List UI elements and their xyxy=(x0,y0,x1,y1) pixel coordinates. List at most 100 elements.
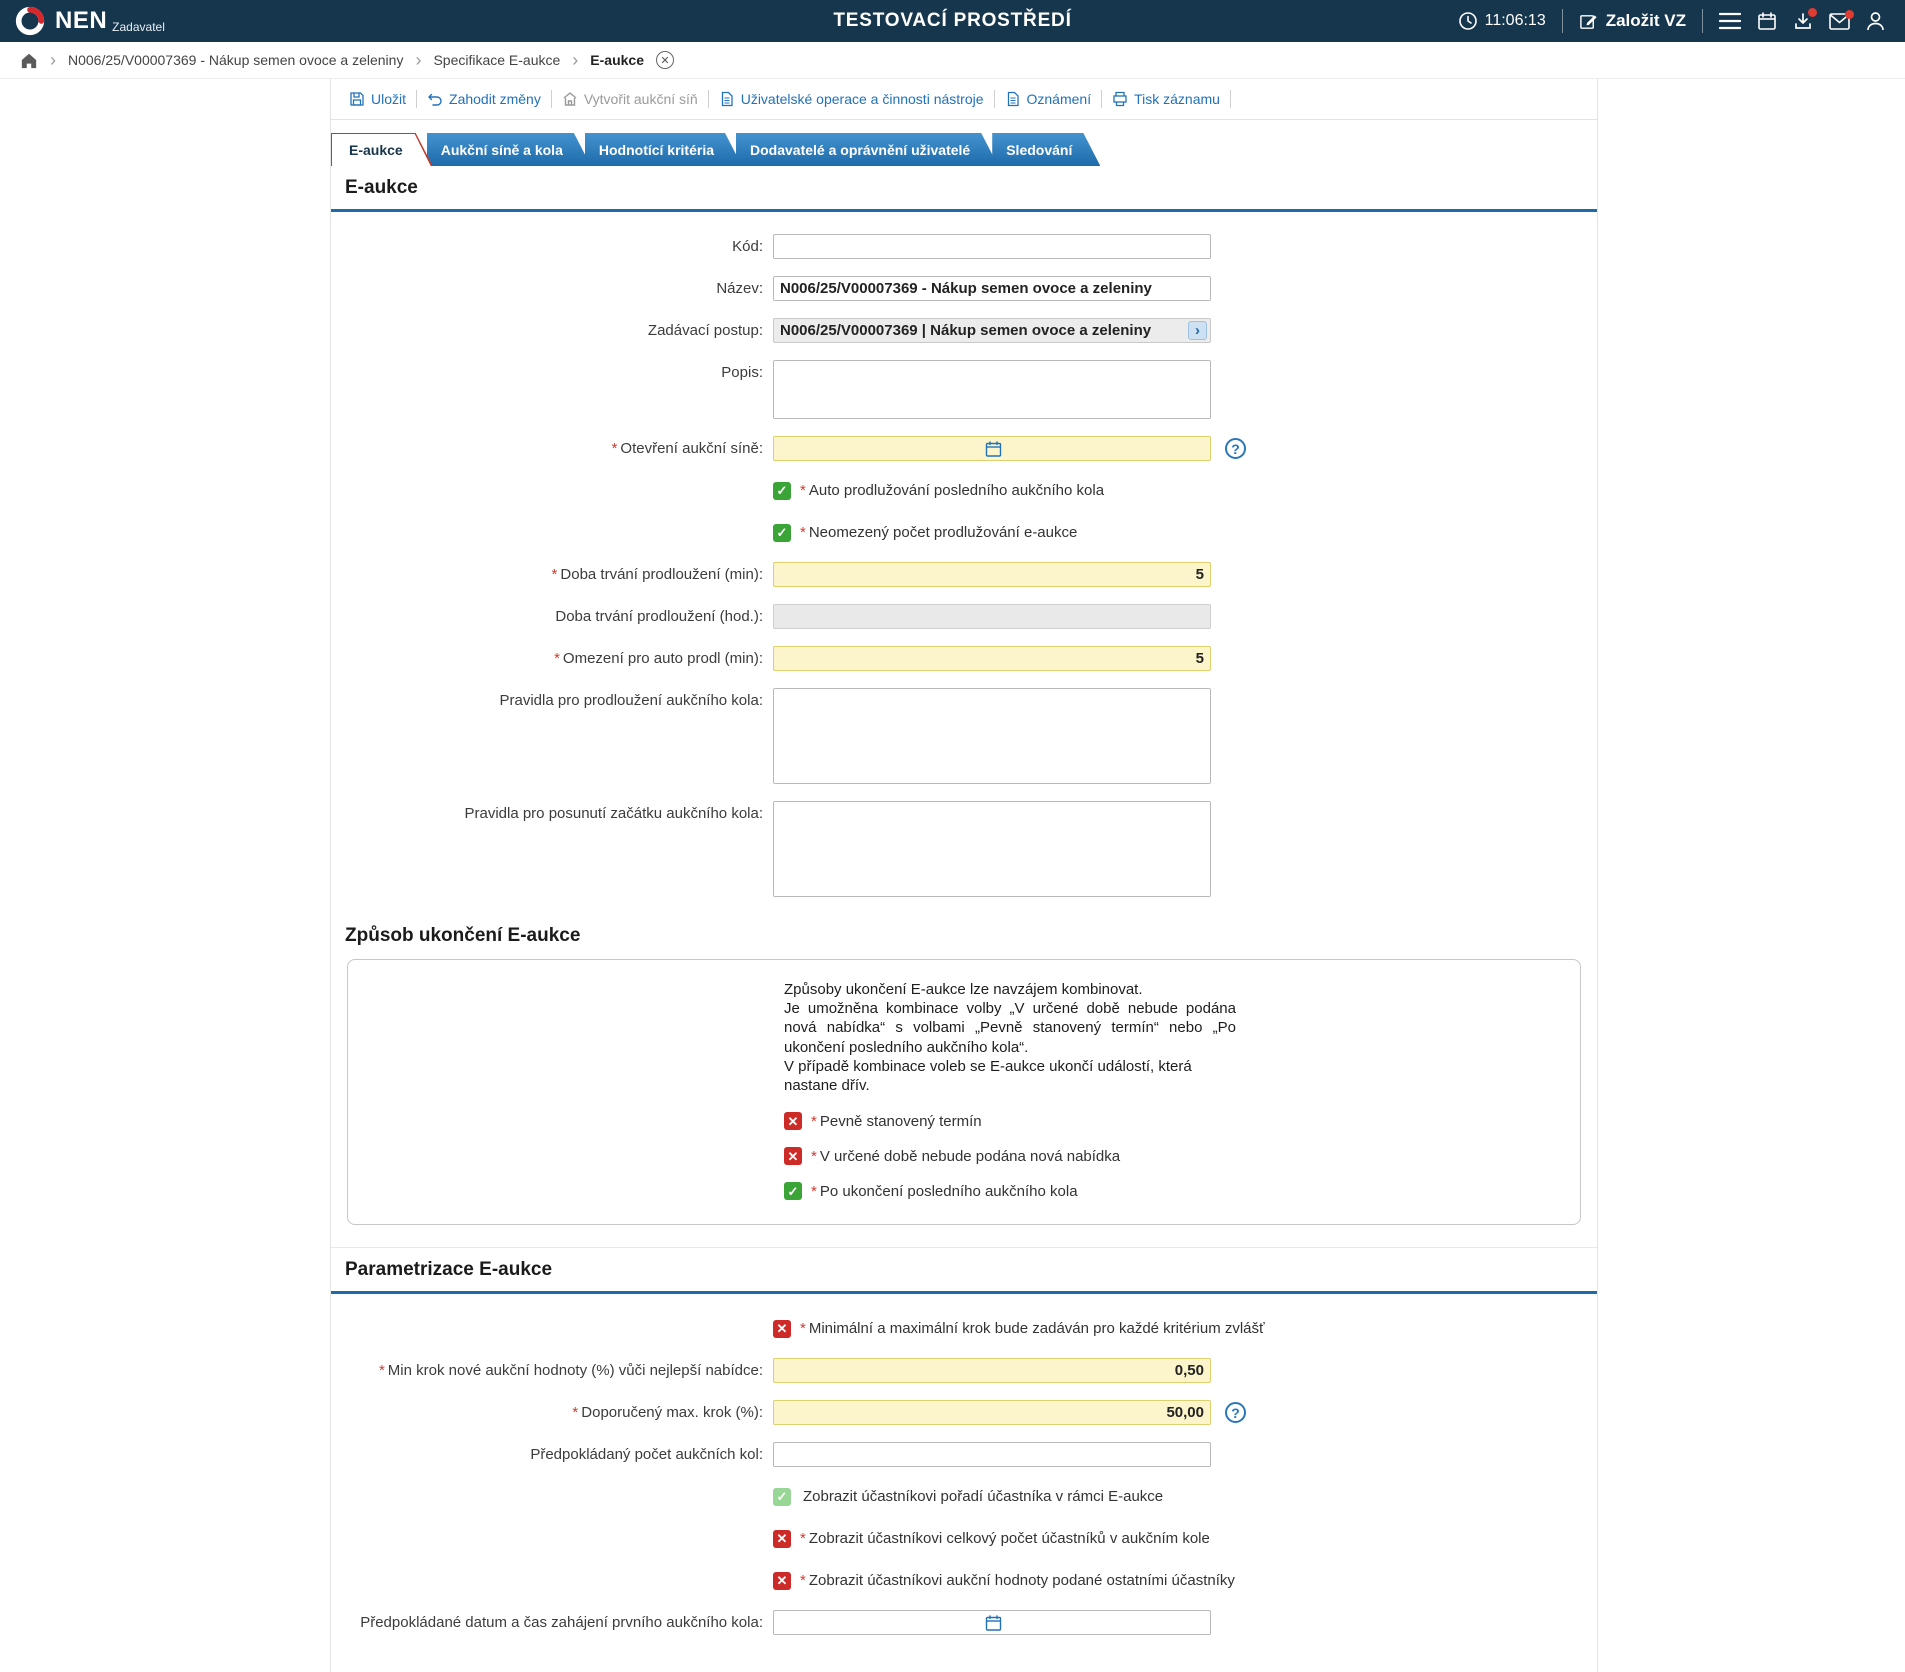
discard-changes-button[interactable]: Zahodit změny xyxy=(417,91,551,107)
checkbox-label: * Pevně stanovený termín xyxy=(811,1113,982,1130)
field-label: Pravidla pro posunutí začátku aukčního k… xyxy=(464,805,763,822)
checkbox-label: * V určené době nebude podána nová nabídk… xyxy=(811,1148,1120,1165)
checkbox-label-text: Pevně stanovený termín xyxy=(819,1112,982,1130)
tab-label: E-aukce xyxy=(349,141,403,158)
checkbox-label-text: Zobrazit účastníkovi pořadí účastníka v … xyxy=(803,1488,1164,1506)
notices-label: Oznámení xyxy=(1026,91,1092,107)
tab-dodavatele-a-opravneni-uzivatele[interactable]: Dodavatelé a oprávnění uživatelé xyxy=(736,133,998,166)
field-label: Omezení pro auto prodl (min): xyxy=(562,650,763,667)
checkbox-label: * Minimální a maximální krok bude zadáván… xyxy=(800,1320,1265,1337)
field-row-pravidla-prodlouzeni: Pravidla pro prodloužení aukčního kola: xyxy=(331,688,1597,784)
field-row-kod: Kód: xyxy=(331,234,1597,259)
record-tabs: E-aukce Aukční síně a kola Hodnotící kri… xyxy=(331,133,1597,166)
header-separator xyxy=(1561,9,1563,33)
doba-trvani-hod-input xyxy=(773,604,1211,629)
field-row-doba-trvani-hod: Doba trvání prodloužení (hod.): xyxy=(331,604,1597,629)
tab-label: Sledování xyxy=(1006,141,1073,158)
pocet-kol-input[interactable] xyxy=(773,1442,1211,1468)
neomezeny-pocet-checkbox[interactable] xyxy=(773,523,791,542)
field-label: Kód: xyxy=(732,238,763,255)
doba-trvani-min-input[interactable] xyxy=(773,562,1211,587)
field-row-popis: Popis: xyxy=(331,360,1597,419)
home-icon[interactable] xyxy=(20,52,38,69)
mail-icon[interactable] xyxy=(1829,9,1854,30)
aukcni-hodnoty-checkbox[interactable] xyxy=(773,1571,791,1590)
close-tab-icon[interactable] xyxy=(656,51,674,69)
celkovy-pocet-checkbox[interactable] xyxy=(773,1529,791,1548)
required-mark: * xyxy=(800,1320,806,1338)
checkbox-label: * Zobrazit účastníkovi aukční hodnoty pod… xyxy=(800,1572,1235,1589)
required-mark: * xyxy=(551,566,558,583)
checkbox-row-auto-prodluzovani: *Auto prodlužování posledního aukčního k… xyxy=(331,478,1597,503)
pravidla-prodlouzeni-textarea[interactable] xyxy=(773,688,1211,784)
user-operations-button[interactable]: Uživatelské operace a činnosti nástroje xyxy=(709,91,994,107)
auto-prodluzovani-checkbox[interactable] xyxy=(773,481,791,500)
required-mark: * xyxy=(572,1404,579,1422)
kod-input[interactable] xyxy=(773,234,1211,259)
min-max-krok-checkbox[interactable] xyxy=(773,1319,791,1338)
tab-label: Hodnotící kritéria xyxy=(598,141,715,158)
field-label: Předpokládaný počet aukčních kol: xyxy=(530,1446,763,1464)
checkbox-label-text: Po ukončení posledního aukčního kola xyxy=(819,1182,1078,1200)
print-record-label: Tisk záznamu xyxy=(1134,91,1220,107)
tab-hodnotici-kriteria[interactable]: Hodnotící kritéria xyxy=(585,133,742,166)
required-mark: * xyxy=(811,1147,817,1165)
field-label: Doporučený max. krok (%): xyxy=(581,1404,763,1422)
nen-logo[interactable]: NEN Zadavatel xyxy=(14,5,165,37)
required-mark: * xyxy=(811,1182,817,1200)
menu-icon[interactable] xyxy=(1719,12,1741,30)
zadavaci-postup-field: N006/25/V00007369 | Nákup semen ovoce a … xyxy=(773,318,1211,343)
popis-textarea[interactable] xyxy=(773,360,1211,419)
toolbar-separator xyxy=(1229,90,1231,108)
pravidla-posunuti-textarea[interactable] xyxy=(773,801,1211,897)
help-icon[interactable] xyxy=(1225,438,1246,459)
checkbox-label-text: Minimální a maximální krok bude zadáván … xyxy=(808,1320,1265,1338)
field-row-zadavaci-postup: Zadávací postup: N006/25/V00007369 | Nák… xyxy=(331,318,1597,343)
required-mark: * xyxy=(800,482,806,499)
breadcrumb-item-procedure[interactable]: N006/25/V00007369 - Nákup semen ovoce a … xyxy=(68,52,403,68)
max-krok-input[interactable] xyxy=(773,1400,1211,1426)
field-label: Zadávací postup: xyxy=(647,322,763,339)
open-record-chevron-icon[interactable] xyxy=(1188,321,1207,340)
tab-sledovani[interactable]: Sledování xyxy=(992,133,1100,166)
edit-icon xyxy=(1579,12,1598,31)
parametrizace-form: *Minimální a maximální krok bude zadáván… xyxy=(331,1294,1597,1636)
calendar-picker-icon[interactable] xyxy=(985,440,1002,457)
pevny-termin-checkbox[interactable] xyxy=(784,1112,802,1131)
save-icon xyxy=(349,91,365,107)
info-line-1: Způsoby ukončení E-aukce lze navzájem ko… xyxy=(784,981,1143,998)
checkbox-label-text: Zobrazit účastníkovi aukční hodnoty poda… xyxy=(808,1572,1235,1590)
create-vz-button[interactable]: Založit VZ xyxy=(1579,11,1686,31)
undo-icon xyxy=(427,91,443,107)
notices-button[interactable]: Oznámení xyxy=(995,91,1102,107)
required-mark: * xyxy=(554,650,560,667)
calendar-icon[interactable] xyxy=(1757,11,1777,31)
tab-aukcni-sine-a-kola[interactable]: Aukční síně a kola xyxy=(427,133,591,166)
discard-changes-label: Zahodit změny xyxy=(449,91,541,107)
checkbox-label: Zobrazit účastníkovi pořadí účastníka v … xyxy=(800,1488,1163,1505)
top-header: NEN Zadavatel TESTOVACÍ PROSTŘEDÍ 11:06:… xyxy=(0,0,1905,42)
download-icon[interactable] xyxy=(1793,8,1817,31)
field-row-otevreni-aukcni-sine: * Otevření aukční síně: xyxy=(331,436,1597,461)
calendar-picker-icon[interactable] xyxy=(985,1614,1002,1631)
person-icon[interactable] xyxy=(1866,11,1885,31)
checkbox-label: * Auto prodlužování posledního aukčního k… xyxy=(800,482,1104,499)
po-ukonceni-checkbox[interactable] xyxy=(784,1182,802,1201)
required-mark: * xyxy=(800,1572,806,1590)
field-row-max-krok: * Doporučený max. krok (%): xyxy=(331,1400,1597,1426)
omezeni-auto-prodl-input[interactable] xyxy=(773,646,1211,671)
save-label: Uložit xyxy=(371,91,407,107)
min-krok-input[interactable] xyxy=(773,1358,1211,1384)
nazev-input[interactable] xyxy=(773,276,1211,301)
save-button[interactable]: Uložit xyxy=(339,91,416,107)
tab-e-aukce[interactable]: E-aukce xyxy=(331,133,433,166)
print-record-button[interactable]: Tisk záznamu xyxy=(1102,91,1230,107)
breadcrumb-item-specification[interactable]: Specifikace E-aukce xyxy=(433,52,560,68)
help-icon[interactable] xyxy=(1225,1402,1246,1424)
checkbox-label: * Zobrazit účastníkovi celkový počet účas… xyxy=(800,1530,1210,1547)
required-mark: * xyxy=(611,440,618,457)
user-operations-label: Uživatelské operace a činnosti nástroje xyxy=(740,91,984,107)
checkbox-row-pevny-termin: *Pevně stanovený termín xyxy=(784,1112,1580,1131)
urcena-doba-checkbox[interactable] xyxy=(784,1147,802,1166)
checkbox-row-min-max-krok: *Minimální a maximální krok bude zadáván… xyxy=(331,1316,1597,1341)
